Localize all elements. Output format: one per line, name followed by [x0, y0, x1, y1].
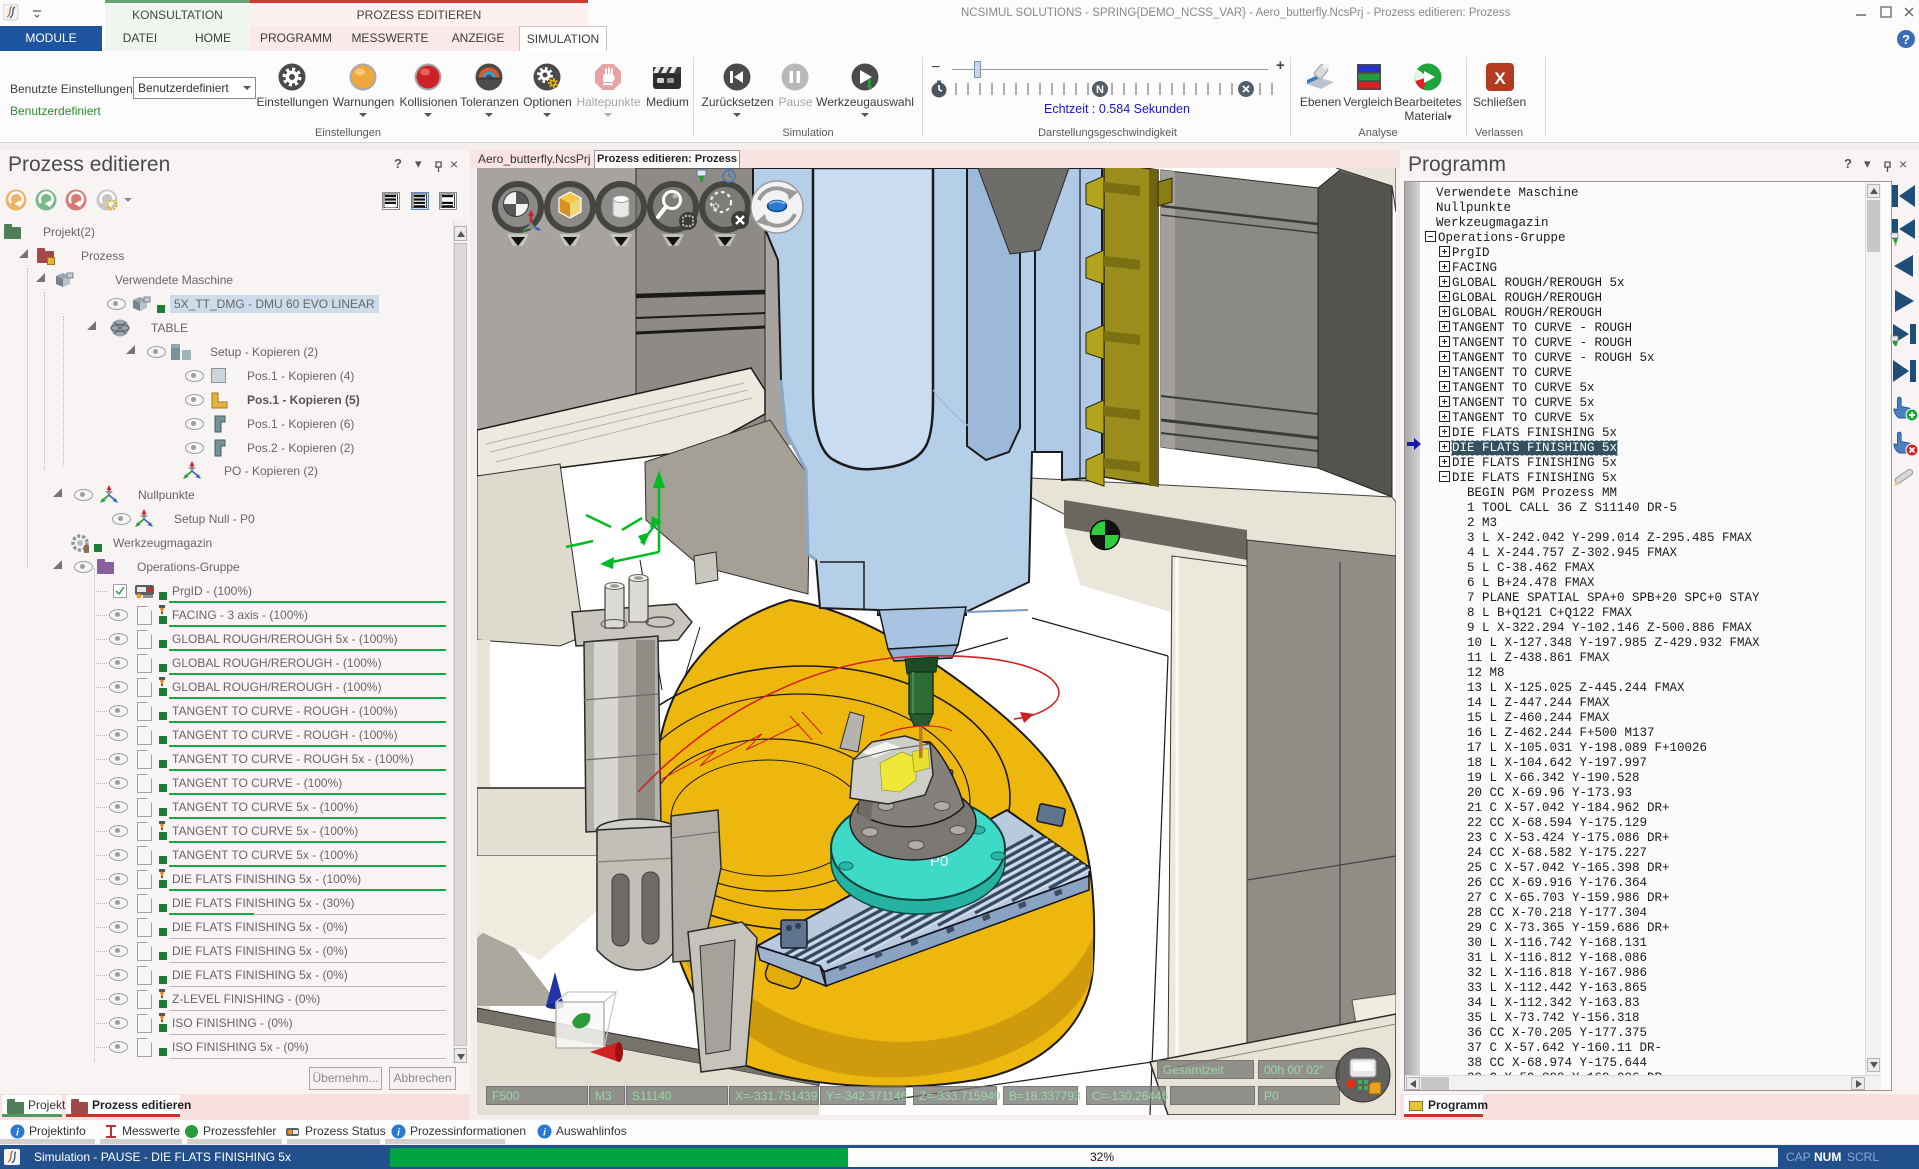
svg-text:i: i — [16, 1128, 19, 1139]
svg-text:?: ? — [1902, 32, 1910, 47]
svg-text:i: i — [397, 1128, 400, 1139]
svg-text:N: N — [1096, 84, 1104, 96]
svg-text:i: i — [543, 1128, 546, 1139]
svg-text:X: X — [1494, 69, 1506, 88]
